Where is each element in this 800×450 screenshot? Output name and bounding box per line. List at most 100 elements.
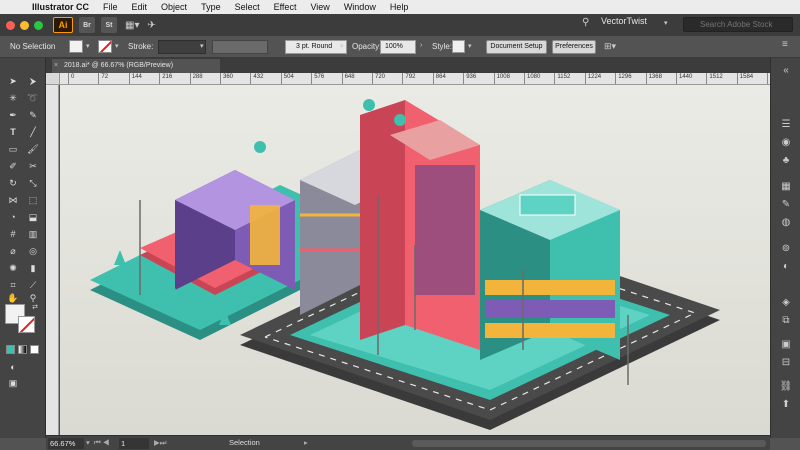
swatches-icon[interactable]: ▦ bbox=[779, 180, 793, 194]
artboard-navigation-prev[interactable]: ⏮◀ bbox=[94, 438, 111, 448]
stroke-swatch[interactable] bbox=[98, 40, 112, 53]
stroke-weight-dropdown-icon[interactable]: ▾ bbox=[200, 42, 204, 50]
brushes-icon[interactable]: ✎ bbox=[779, 198, 793, 212]
zoom-window-button[interactable] bbox=[34, 20, 43, 30]
artboard-navigation-next[interactable]: ▶⏭ bbox=[154, 438, 167, 448]
align-icon[interactable]: ⊟ bbox=[779, 356, 793, 370]
menu-type[interactable]: Type bbox=[201, 2, 221, 12]
stroke-weight-field[interactable] bbox=[158, 40, 206, 54]
menu-window[interactable]: Window bbox=[344, 2, 376, 12]
artboards-icon[interactable]: ⧉ bbox=[779, 314, 793, 328]
width-tool-icon[interactable]: ⋈ bbox=[6, 193, 20, 207]
chevron-down-icon[interactable]: ▾ bbox=[664, 19, 668, 27]
eyedropper-tool-icon[interactable]: ⌀ bbox=[6, 244, 20, 258]
menu-file[interactable]: File bbox=[103, 2, 118, 12]
shaper-tool-icon[interactable]: ✐ bbox=[6, 159, 20, 173]
pen-tool-icon[interactable]: ✒ bbox=[6, 108, 20, 122]
column-graph-tool-icon[interactable]: ▮ bbox=[26, 261, 40, 275]
gradient-mode-icon[interactable] bbox=[18, 345, 27, 354]
opacity-arrow-icon[interactable]: › bbox=[420, 42, 422, 49]
stroke-dropdown-icon[interactable]: ▾ bbox=[115, 42, 119, 50]
rectangle-tool-icon[interactable]: ▭ bbox=[6, 142, 20, 156]
bridge-button[interactable]: Br bbox=[79, 17, 95, 33]
arrange-documents-icon[interactable]: ▦▾ bbox=[125, 20, 139, 31]
menu-help[interactable]: Help bbox=[390, 2, 409, 12]
scale-tool-icon[interactable]: ⤡ bbox=[26, 176, 40, 190]
slice-tool-icon[interactable]: ⟋ bbox=[26, 278, 40, 292]
draw-normal-icon[interactable]: ◐ bbox=[6, 360, 20, 374]
properties-icon[interactable]: ☰ bbox=[779, 118, 793, 132]
stroke-label[interactable]: Stroke: bbox=[128, 42, 153, 51]
lasso-tool-icon[interactable]: ➰ bbox=[26, 91, 40, 105]
menu-select[interactable]: Select bbox=[235, 2, 260, 12]
artboard-number-field[interactable]: 1 bbox=[119, 438, 149, 449]
lightbulb-icon[interactable]: ⚲ bbox=[582, 17, 589, 28]
horizontal-scrollbar[interactable] bbox=[412, 440, 766, 447]
blend-tool-icon[interactable]: ◎ bbox=[26, 244, 40, 258]
brush-dropdown-icon[interactable]: ▾ bbox=[340, 42, 344, 50]
style-dropdown-icon[interactable]: ▾ bbox=[468, 42, 472, 50]
screen-mode-icon[interactable]: ▣ bbox=[6, 376, 20, 390]
menu-app-name[interactable]: Illustrator CC bbox=[32, 2, 89, 12]
close-tab-icon[interactable]: × bbox=[54, 59, 58, 73]
magic-wand-tool-icon[interactable]: ✳ bbox=[6, 91, 20, 105]
stock-button[interactable]: St bbox=[101, 17, 117, 33]
vertical-ruler[interactable] bbox=[46, 85, 59, 435]
paintbrush-tool-icon[interactable]: 🖌 bbox=[26, 142, 40, 156]
ruler-origin[interactable] bbox=[46, 73, 60, 85]
symbols-icon[interactable]: ♣ bbox=[779, 154, 793, 168]
zoom-dropdown-icon[interactable]: ▾ bbox=[86, 438, 90, 447]
document-tab[interactable]: × 2018.ai* @ 66.67% (RGB/Preview) bbox=[52, 59, 220, 73]
opacity-input[interactable]: 100% bbox=[380, 40, 416, 54]
artboard-tool-icon[interactable]: ⌗ bbox=[6, 278, 20, 292]
workspace-switcher[interactable]: VectorTwist bbox=[601, 16, 647, 26]
libraries-icon[interactable]: ⊚ bbox=[779, 242, 793, 256]
menu-view[interactable]: View bbox=[310, 2, 329, 12]
scissors-tool-icon[interactable]: ✂ bbox=[26, 159, 40, 173]
zoom-level-field[interactable]: 66.67% bbox=[48, 438, 84, 449]
color-mode-icon[interactable] bbox=[6, 345, 15, 354]
curvature-tool-icon[interactable]: ✎ bbox=[26, 108, 40, 122]
preferences-button[interactable]: Preferences bbox=[552, 40, 596, 54]
fill-dropdown-icon[interactable]: ▾ bbox=[86, 42, 90, 50]
stroke-color-box[interactable] bbox=[18, 316, 35, 333]
minimize-window-button[interactable] bbox=[20, 20, 29, 30]
perspective-grid-tool-icon[interactable]: ⬓ bbox=[26, 210, 40, 224]
opacity-label[interactable]: Opacity: bbox=[352, 42, 381, 51]
document-setup-button[interactable]: Document Setup bbox=[486, 40, 547, 54]
swap-fill-stroke-icon[interactable]: ⇄ bbox=[28, 300, 42, 314]
direct-selection-tool-icon[interactable]: ⮞ bbox=[26, 74, 40, 88]
rotate-tool-icon[interactable]: ↻ bbox=[6, 176, 20, 190]
shape-builder-tool-icon[interactable]: ◔ bbox=[6, 210, 20, 224]
links-icon[interactable]: ⛓ bbox=[779, 380, 793, 394]
line-segment-tool-icon[interactable]: ╱ bbox=[26, 125, 40, 139]
appearance-icon[interactable]: ◍ bbox=[779, 216, 793, 230]
align-options-icon[interactable]: ⊞▾ bbox=[604, 41, 616, 52]
gpu-performance-icon[interactable]: ✈ bbox=[147, 20, 155, 31]
collapse-panels-icon[interactable]: « bbox=[779, 64, 793, 78]
menu-object[interactable]: Object bbox=[161, 2, 187, 12]
fill-swatch[interactable] bbox=[69, 40, 83, 53]
color-icon[interactable]: ◉ bbox=[779, 136, 793, 150]
close-window-button[interactable] bbox=[6, 20, 15, 30]
symbol-sprayer-tool-icon[interactable]: ✺ bbox=[6, 261, 20, 275]
free-transform-tool-icon[interactable]: ⬚ bbox=[26, 193, 40, 207]
hand-tool-icon[interactable]: ✋ bbox=[6, 291, 20, 305]
variable-width-profile[interactable] bbox=[212, 40, 268, 54]
transparency-icon[interactable]: ◐ bbox=[779, 260, 793, 274]
graphic-style-swatch[interactable] bbox=[452, 40, 465, 53]
horizontal-ruler[interactable]: 0 72 144 216 288 360 432 504 576 648 720 792 864 936 1… bbox=[60, 73, 770, 85]
stock-search-input[interactable] bbox=[683, 17, 793, 32]
menu-effect[interactable]: Effect bbox=[274, 2, 297, 12]
none-mode-icon[interactable] bbox=[30, 345, 39, 354]
layers-icon[interactable]: ◈ bbox=[779, 296, 793, 310]
pathfinder-icon[interactable]: ▣ bbox=[779, 338, 793, 352]
panel-menu-icon[interactable]: ≡ bbox=[782, 39, 788, 50]
menu-edit[interactable]: Edit bbox=[132, 2, 148, 12]
asset-export-icon[interactable]: ⬆ bbox=[779, 398, 793, 412]
status-menu-icon[interactable]: ▸ bbox=[304, 438, 308, 447]
brush-definition-select[interactable]: 3 pt. Round bbox=[285, 40, 347, 54]
gradient-tool-icon[interactable]: ▥ bbox=[26, 227, 40, 241]
type-tool-icon[interactable]: T bbox=[6, 125, 20, 139]
mesh-tool-icon[interactable]: # bbox=[6, 227, 20, 241]
